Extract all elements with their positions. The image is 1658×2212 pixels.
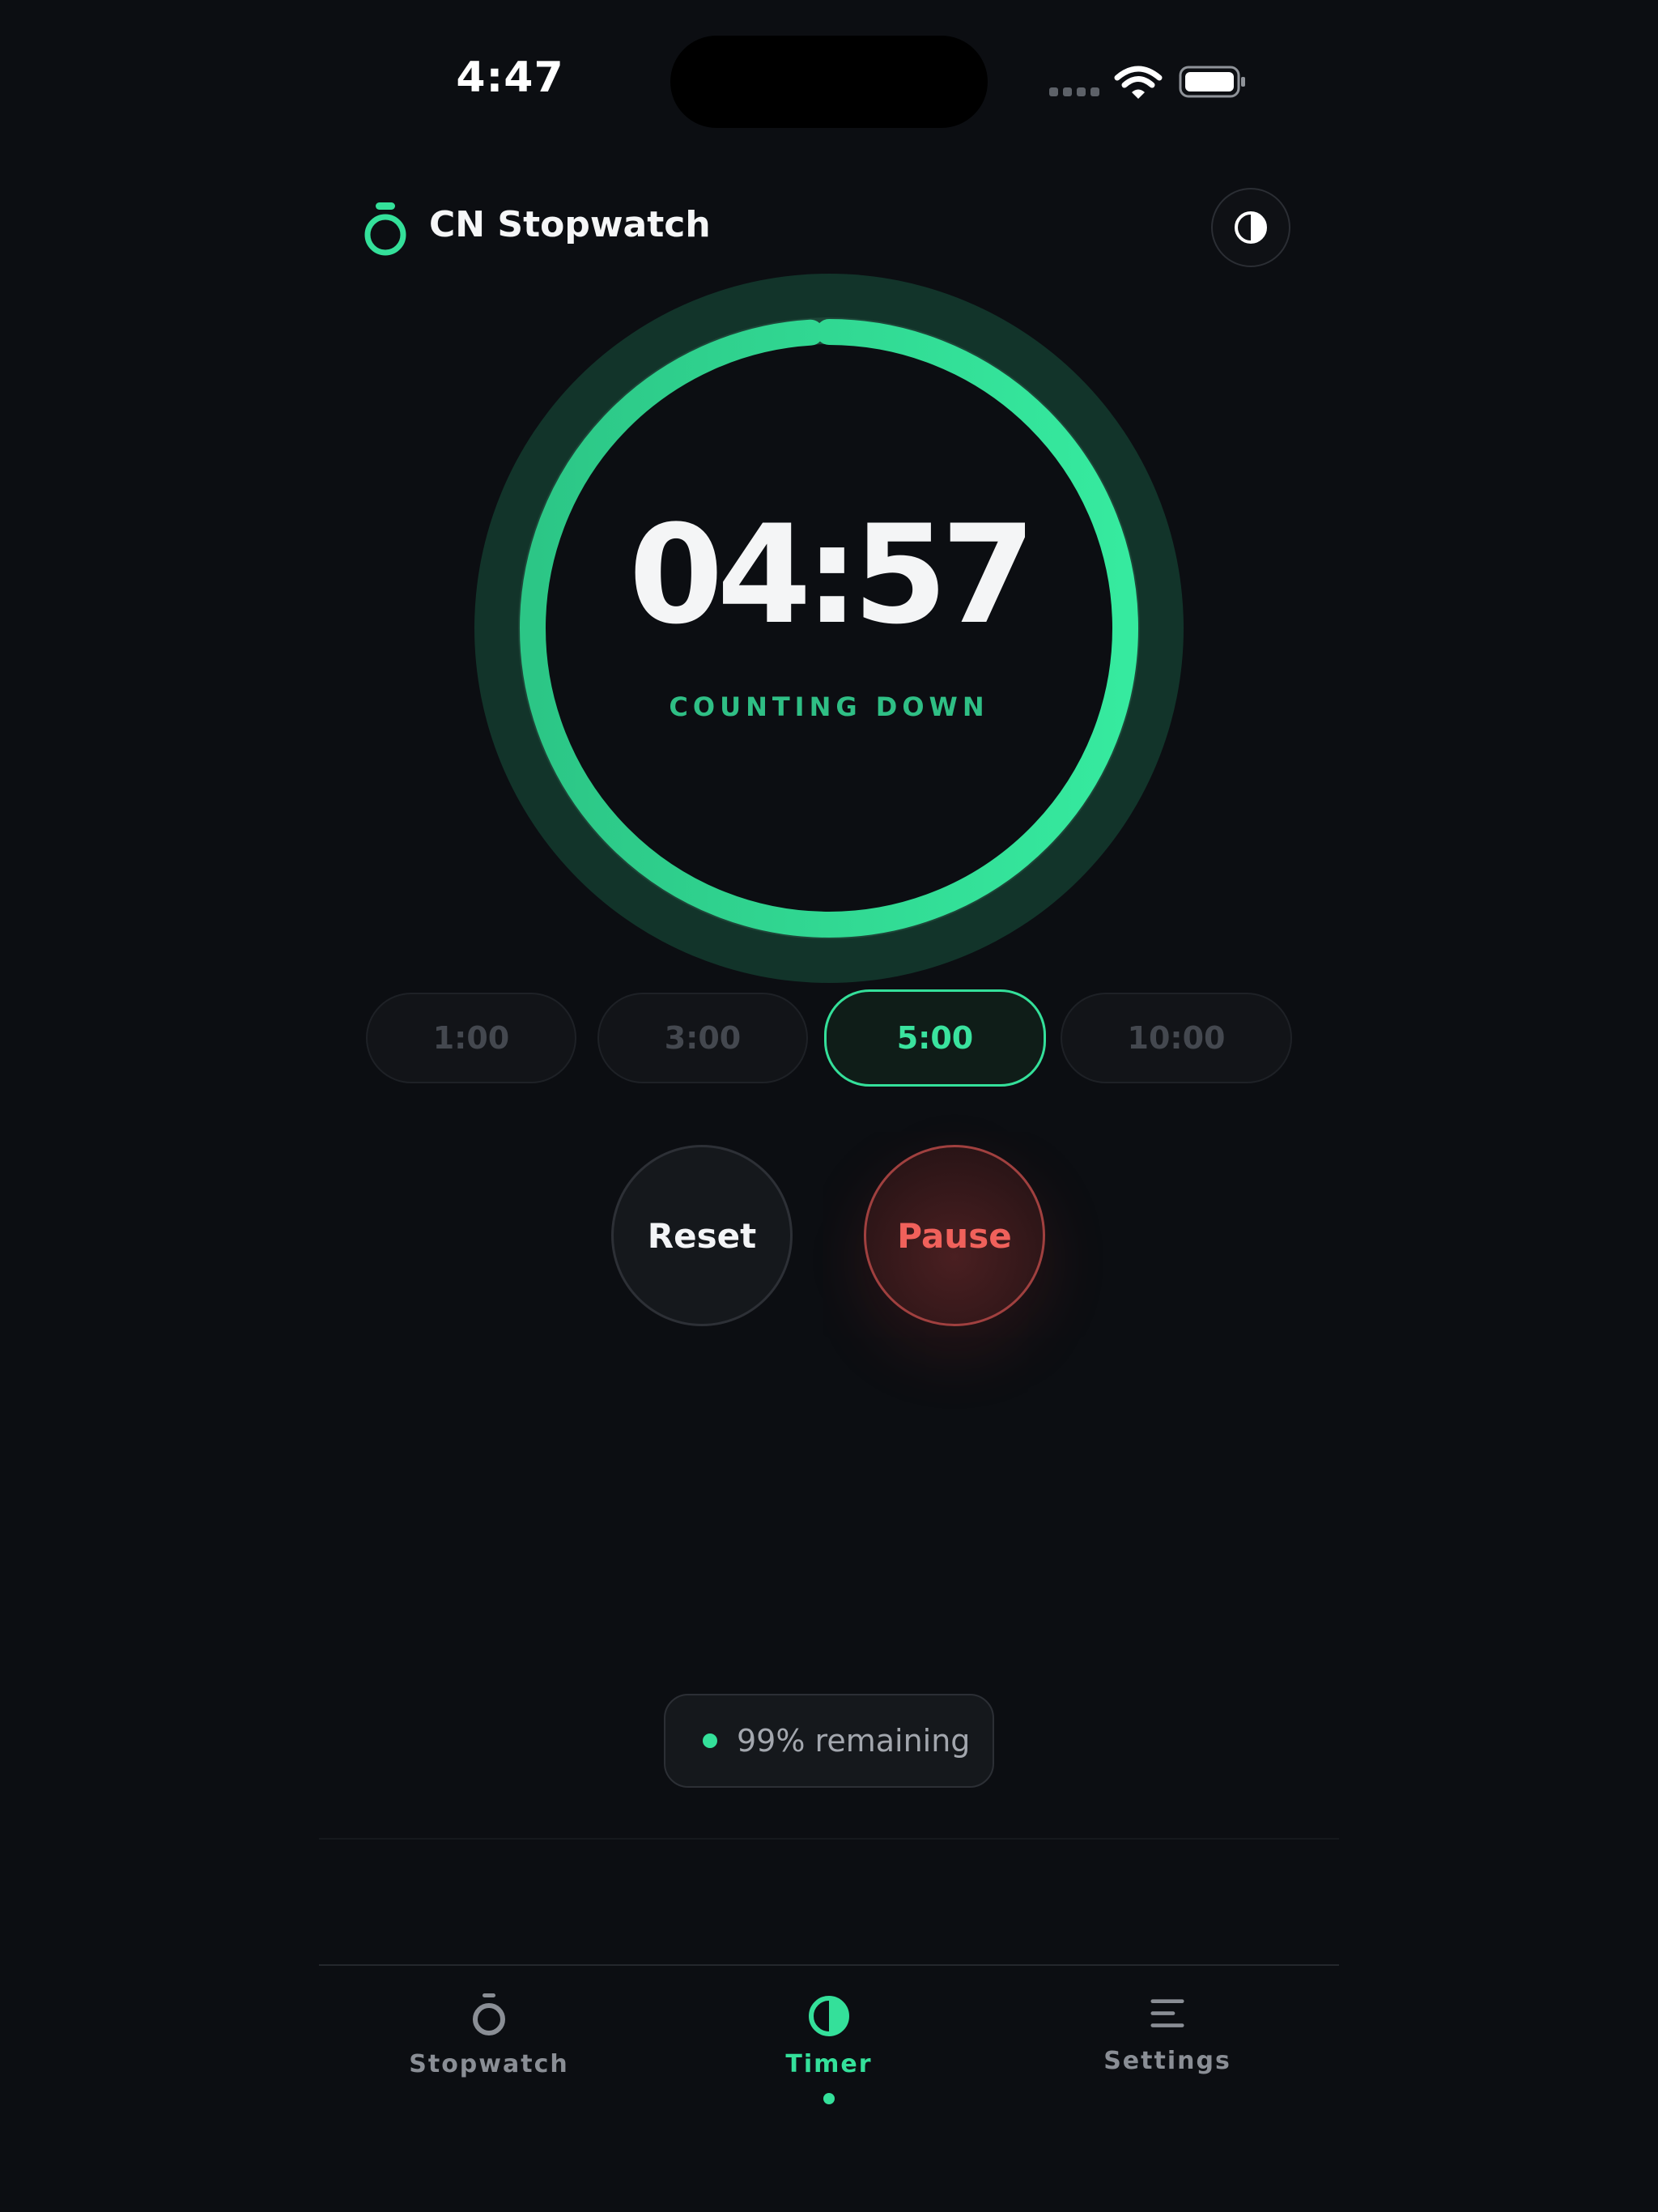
remaining-badge: 99% remaining <box>664 1694 994 1788</box>
pause-button[interactable]: Pause <box>864 1145 1045 1326</box>
countdown-time: 04:57 <box>628 496 1036 654</box>
preset-3-min[interactable]: 3:00 <box>597 993 808 1083</box>
timer-icon <box>809 1996 849 2036</box>
pause-button-label: Pause <box>897 1215 1012 1256</box>
dynamic-island <box>670 36 988 128</box>
app-title: CN Stopwatch <box>429 204 711 245</box>
countdown-dial: 04:57 COUNTING DOWN <box>474 274 1184 983</box>
battery-icon <box>1179 66 1245 98</box>
cellular-signal-icon <box>1049 87 1101 99</box>
settings-icon <box>1150 1999 1184 2027</box>
preset-10-min[interactable]: 10:00 <box>1061 993 1292 1083</box>
tab-bar-divider <box>319 1964 1339 1966</box>
status-dot-icon <box>703 1733 717 1748</box>
active-tab-indicator <box>823 2093 835 2104</box>
tab-timer[interactable]: Timer <box>708 1992 950 2104</box>
divider <box>319 1838 1339 1840</box>
wifi-icon <box>1114 66 1163 99</box>
tab-stopwatch[interactable]: Stopwatch <box>368 1992 610 2078</box>
reset-button[interactable]: Reset <box>611 1145 793 1326</box>
theme-toggle-button[interactable] <box>1211 188 1290 267</box>
tab-settings-label: Settings <box>1103 2047 1231 2075</box>
preset-1-min[interactable]: 1:00 <box>366 993 576 1083</box>
reset-button-label: Reset <box>647 1215 757 1256</box>
tab-settings[interactable]: Settings <box>1046 1992 1289 2075</box>
remaining-text: 99% remaining <box>737 1723 971 1759</box>
preset-5-min[interactable]: 5:00 <box>824 989 1046 1087</box>
stopwatch-icon <box>473 1993 505 2035</box>
stopwatch-icon <box>364 202 406 256</box>
tab-stopwatch-label: Stopwatch <box>409 2050 569 2078</box>
contrast-icon <box>1235 211 1267 244</box>
status-bar-time: 4:47 <box>456 53 564 102</box>
tab-timer-label: Timer <box>785 2050 873 2078</box>
timer-status-label: COUNTING DOWN <box>669 691 989 722</box>
timer-screen: 4:47 CN Stopwatch 04:57 COUNTING DOWN 1:… <box>0 0 1658 2212</box>
